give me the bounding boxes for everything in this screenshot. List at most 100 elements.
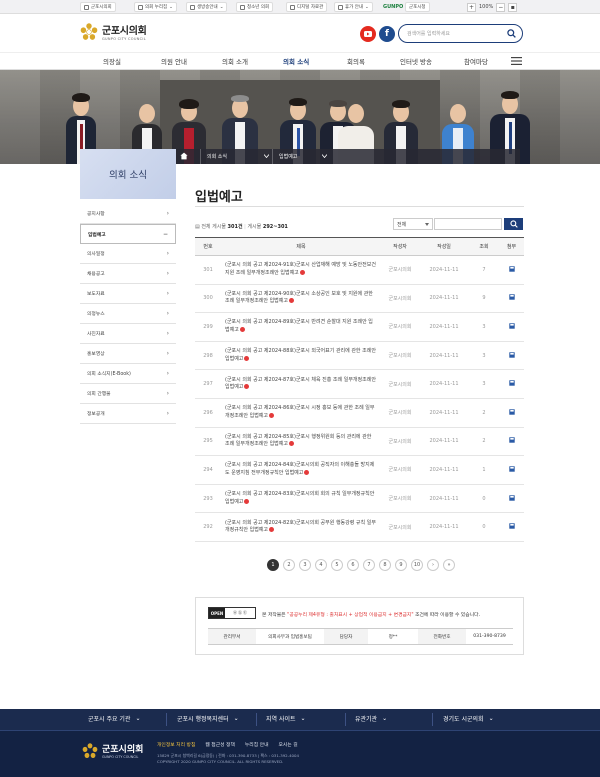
noderivs-icon: Ⓔ [243, 610, 247, 615]
table-row[interactable]: 296 (군포시 의회 공고 제2024-86호)군포시 시정 홍보 등에 관한 … [195, 398, 524, 428]
kogl-type4-icon: OPEN Ⓐ Ⓢ Ⓔ [208, 607, 256, 619]
sidebar-item-recruitment[interactable]: 채용공고 › [80, 264, 176, 284]
util-broadcast-select[interactable]: 생방송안내 ⌄ [186, 2, 228, 12]
attachment-file-icon[interactable] [508, 437, 515, 444]
directions-link[interactable]: 오시는 길 [278, 741, 297, 748]
table-row[interactable]: 297 (군포시 의회 공고 제2024-87호)군포시 체육 진흥 조례 일부개… [195, 369, 524, 399]
board-search-button[interactable] [504, 218, 523, 230]
sidebar-item-open-info[interactable]: 정보공개 › [80, 404, 176, 424]
zoom-in-button[interactable]: + [467, 2, 476, 12]
sidebar-item-schedule[interactable]: 의사일정 › [80, 244, 176, 264]
site-guide-link[interactable]: 누리집 안내 [245, 741, 269, 748]
gnb-members[interactable]: 의원 안내 [161, 56, 187, 66]
sidebar-item-press[interactable]: 보도자료 › [80, 284, 176, 304]
gnb-news[interactable]: 의회 소식 [283, 56, 309, 66]
new-badge-icon [288, 298, 294, 304]
post-title-link[interactable]: (군포시 의회 공고 제2024-82호)군포시의회 공무원 행동강령 규칙 일… [225, 520, 376, 534]
page-button[interactable]: 8 [379, 559, 391, 571]
footer-select-local-sites[interactable]: 지역 사이트 ⌄ [266, 714, 306, 723]
util-council-link[interactable]: 군포시의회 [80, 2, 116, 12]
attachment-file-icon[interactable] [508, 523, 515, 529]
col-views: 조회 [469, 237, 499, 256]
table-row[interactable]: 301 (군포시 의회 공고 제2024-91호)군포시 산업재해 예방 및 노동… [195, 255, 524, 285]
sidebar-item-video[interactable]: 홍보영상 › [80, 344, 176, 364]
table-row[interactable]: 300 (군포시 의회 공고 제2024-90호)군포시 소상공인 보호 및 지원… [195, 284, 524, 314]
chevron-down-icon: ⌄ [300, 715, 306, 722]
footer-select-related-orgs[interactable]: 유관기관 ⌄ [355, 714, 387, 723]
sidebar-item-photos[interactable]: 사진자료 › [80, 324, 176, 344]
home-icon[interactable] [180, 152, 188, 160]
page-button[interactable]: 9 [395, 559, 407, 571]
search-icon[interactable] [507, 29, 516, 38]
attachment-file-icon[interactable] [508, 409, 515, 415]
next-page-button[interactable]: › [427, 559, 439, 571]
footer-select-gyeonggi-councils[interactable]: 경기도 시군의회 ⌄ [443, 714, 494, 723]
util-youth-council-link[interactable]: 청소년 의회 [236, 2, 274, 12]
council-emblem-icon [82, 742, 98, 758]
attachment-file-icon[interactable] [508, 323, 515, 329]
post-title-link[interactable]: (군포시 의회 공고 제2024-90호)군포시 소상공인 보호 및 지원에 관… [225, 291, 373, 305]
breadcrumb-news[interactable]: 의회 소식 [200, 149, 272, 164]
sidebar-item-ebook[interactable]: 의회 소식지(E-Book) › [80, 364, 176, 384]
post-title-link[interactable]: (군포시 의회 공고 제2024-86호)군포시 시정 홍보 등에 관한 조례 … [225, 405, 375, 419]
youtube-icon[interactable] [360, 26, 376, 42]
table-row[interactable]: 299 (군포시 의회 공고 제2024-89호)군포시 반려견 순찰대 지원 조… [195, 312, 524, 342]
site-logo[interactable]: 군포시의회 GUNPO CITY COUNCIL [80, 22, 147, 41]
footer-select-agencies[interactable]: 군포시 주요 기관 ⌄ [88, 714, 141, 723]
zoom-control: + 100% − ▪ [467, 2, 518, 12]
gunpo-logo[interactable]: GUNPO [380, 2, 406, 12]
new-badge-icon [269, 527, 274, 533]
table-row[interactable]: 294 (군포시 의회 공고 제2024-84호)군포시의회 공직자의 이해충돌 … [195, 455, 524, 485]
footer-logo: 군포시의회 GUNPO CITY COUNCIL [82, 742, 143, 759]
attachment-file-icon[interactable] [508, 466, 515, 472]
board-search-input[interactable] [434, 218, 502, 230]
privacy-policy-link[interactable]: 개인정보 처리 방침 [157, 741, 195, 748]
table-row[interactable]: 292 (군포시 의회 공고 제2024-82호)군포시의회 공무원 행동강령 규… [195, 512, 524, 542]
gnb-minutes[interactable]: 회의록 [347, 56, 365, 66]
util-city-hall-link[interactable]: 군포시청 [405, 2, 430, 12]
page-button[interactable]: 4 [315, 559, 327, 571]
page-button[interactable]: 10 [411, 559, 423, 571]
table-row[interactable]: 293 (군포시 의회 공고 제2024-83호)군포시의회 회의 규칙 일부개정… [195, 484, 524, 514]
gnb-speaker[interactable]: 의장실 [103, 56, 121, 66]
last-page-button[interactable]: » [443, 559, 455, 571]
post-title-link[interactable]: (군포시 의회 공고 제2024-84호)군포시의회 공직자의 이해충돌 방지제… [225, 462, 374, 476]
page-button[interactable]: 3 [299, 559, 311, 571]
sidebar-item-news[interactable]: 의정뉴스 › [80, 304, 176, 324]
search-input[interactable]: 검색어를 입력하세요 [398, 24, 523, 43]
print-button[interactable]: ▪ [508, 2, 518, 12]
table-row[interactable]: 298 (군포시 의회 공고 제2024-88호)군포시 외국어표기 관리에 관한… [195, 341, 524, 371]
attachment-file-icon[interactable] [508, 294, 515, 301]
attachment-file-icon[interactable] [508, 351, 515, 358]
new-badge-icon [304, 469, 310, 475]
attachment-file-icon[interactable] [508, 494, 515, 501]
zoom-out-button[interactable]: − [496, 2, 506, 12]
post-title-link[interactable]: (군포시 의회 공고 제2024-85호)군포시 행정위원회 등의 관리에 관한… [225, 434, 371, 448]
manager-info-table: 관리부서 의회사무과 입법홍보팀 담당자 정** 전화번호 031-390-87… [208, 628, 513, 645]
page-button[interactable]: 5 [331, 559, 343, 571]
attachment-file-icon[interactable] [508, 266, 515, 272]
util-homepage-select[interactable]: 의회 누리집 ⌄ [134, 2, 177, 12]
sidebar-item-legislative-notice[interactable]: 입법예고 − [80, 224, 176, 244]
page-button[interactable]: 1 [267, 559, 279, 571]
sidebar-item-publications[interactable]: 의회 간행물 › [80, 384, 176, 404]
chevron-down-icon: ⌄ [488, 715, 494, 722]
gnb-about[interactable]: 의회 소개 [222, 56, 248, 66]
menu-icon[interactable] [511, 57, 522, 65]
gnb-broadcast[interactable]: 인터넷 방송 [400, 56, 432, 66]
attachment-file-icon[interactable] [508, 380, 515, 386]
table-row[interactable]: 295 (군포시 의회 공고 제2024-85호)군포시 행정위원회 등의 관리에… [195, 427, 524, 457]
page-button[interactable]: 2 [283, 559, 295, 571]
page-button[interactable]: 6 [347, 559, 359, 571]
facebook-icon[interactable]: f [379, 26, 395, 42]
post-title-link[interactable]: (군포시 의회 공고 제2024-89호)군포시 반려견 순찰대 지원 조례안 … [225, 319, 373, 333]
util-holiday-select[interactable]: 휴가 안내 ⌄ [334, 2, 373, 12]
page-button[interactable]: 7 [363, 559, 375, 571]
search-field-select[interactable]: 전체 [393, 218, 433, 230]
gnb-participation[interactable]: 참여마당 [464, 56, 488, 66]
sidebar-item-notice[interactable]: 공지사항 › [80, 204, 176, 224]
accessibility-policy-link[interactable]: 웹 접근성 정책 [205, 741, 235, 748]
document-icon: ▤ [195, 224, 200, 230]
footer-select-welfare-centers[interactable]: 군포시 행정복지센터 ⌄ [177, 714, 239, 723]
util-archive-link[interactable]: 디지털 자료관 [286, 2, 328, 12]
